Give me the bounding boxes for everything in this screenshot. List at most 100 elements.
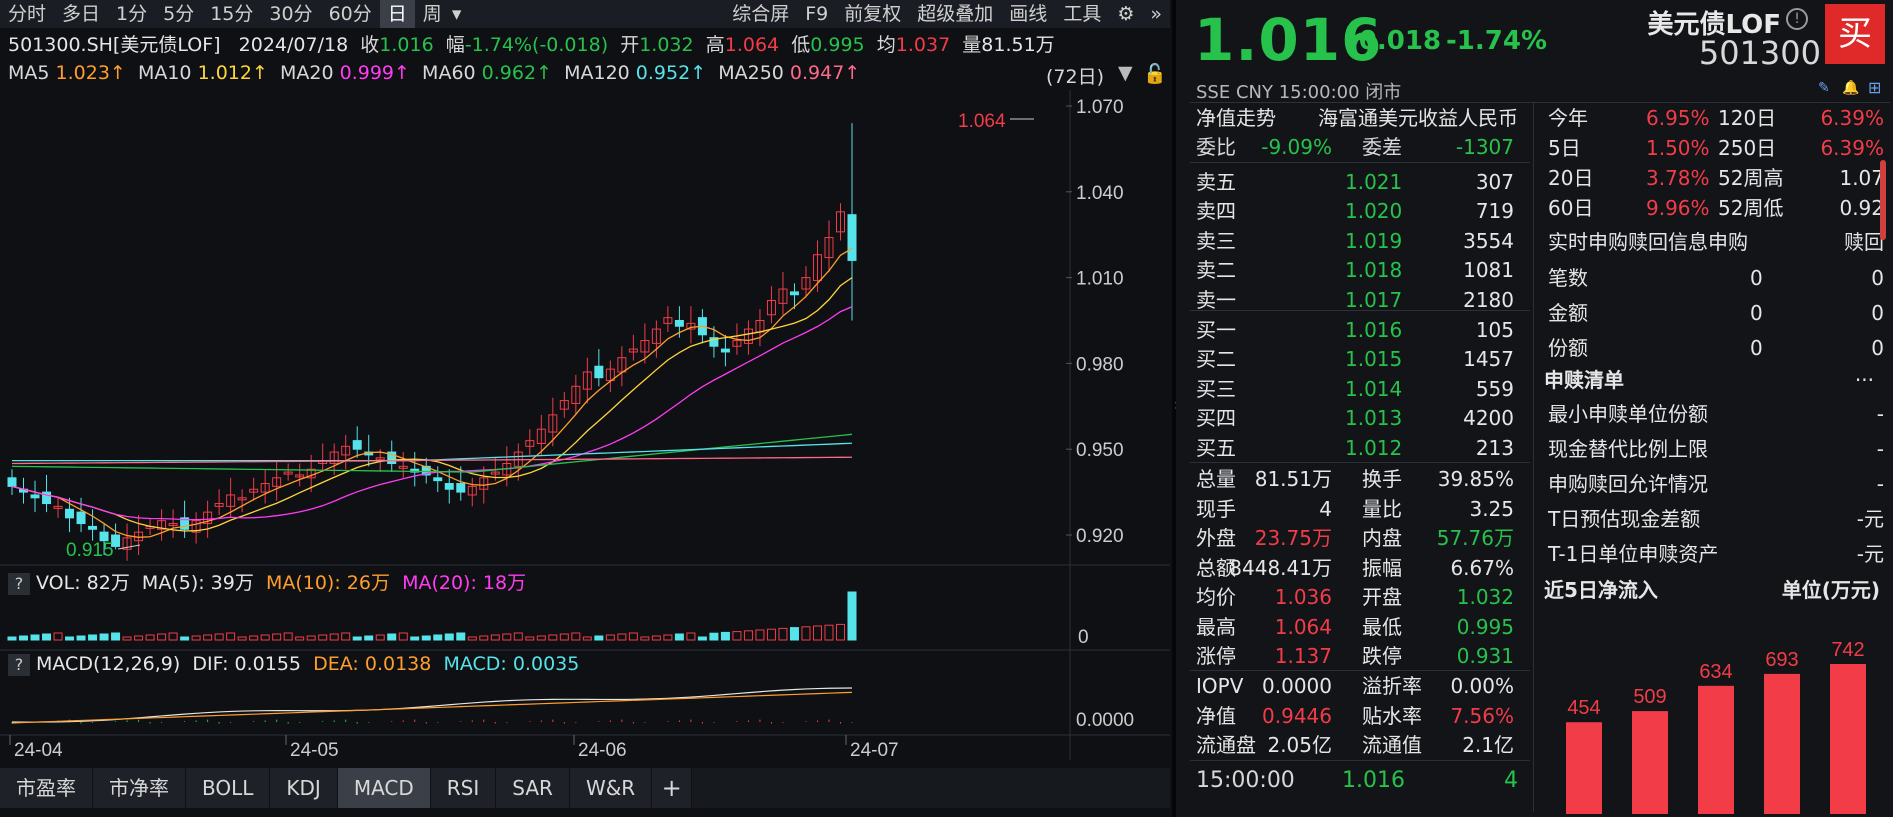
macd-help-button[interactable]: ? — [8, 654, 30, 676]
tab-boll[interactable]: BOLL — [186, 768, 271, 808]
alert-icon[interactable]: 🔔 — [1842, 80, 1859, 96]
buy-level-row[interactable]: 买四 1.013 4200 — [1190, 404, 1528, 433]
buy-level-row[interactable]: 买一 1.016 105 — [1190, 316, 1528, 345]
candle-body — [847, 214, 857, 261]
book-volume: 307 — [1475, 170, 1514, 194]
stat-value: 2.1亿 — [1462, 733, 1514, 757]
perf-value: 9.96% — [1646, 196, 1710, 220]
volume-bar — [525, 636, 535, 641]
stat-value: 8448.41万 — [1229, 555, 1332, 580]
volume-bar — [295, 636, 305, 641]
tab-macd[interactable]: MACD — [337, 768, 431, 808]
sell-level-row[interactable]: 卖四 1.020 719 — [1190, 197, 1528, 226]
volume-bar — [30, 634, 40, 641]
add-watch-icon[interactable]: ⊞ — [1868, 78, 1881, 97]
stat-label: 量比 — [1362, 496, 1402, 521]
price-axis-label: 0.980 — [1076, 354, 1124, 375]
stat-label: 最低 — [1362, 614, 1402, 639]
netflow-bar-chart: 454 509 634 693 742 — [1566, 639, 1866, 814]
book-label: 买三 — [1196, 376, 1236, 401]
volume-bar — [410, 636, 420, 641]
volume-bar — [617, 633, 627, 641]
stat-row: 均价 1.036 开盘 1.032 — [1190, 583, 1528, 612]
sell-level-row[interactable]: 卖三 1.019 3554 — [1190, 227, 1528, 256]
stat-value: 3.25 — [1469, 496, 1514, 521]
volume-bar — [42, 633, 52, 641]
ma5-line — [11, 247, 853, 538]
redeem-list-row: 现金替代比例上限 - — [1540, 435, 1890, 464]
perf-label: 52周高 — [1718, 166, 1784, 190]
stat-row: 涨停 1.137 跌停 0.931 — [1190, 642, 1528, 671]
volume-bar — [640, 636, 650, 641]
redeem-value: - — [1876, 472, 1884, 496]
divider-line — [1190, 310, 1530, 311]
perf-row: 60日 9.96% 52周低 0.92 — [1540, 194, 1890, 223]
stat-value: 2.05亿 — [1267, 733, 1332, 757]
tab-kdj[interactable]: KDJ — [270, 768, 338, 808]
subscribe-redeem-value: 0 — [1871, 266, 1884, 290]
volume-bar — [329, 633, 339, 641]
book-label: 买二 — [1196, 347, 1236, 372]
netflow-bar-label: 742 — [1831, 639, 1864, 661]
stat-row: 流通盘 2.05亿 流通值 2.1亿 — [1190, 731, 1528, 760]
buy-button[interactable]: 买 — [1825, 4, 1885, 64]
volume-bar — [65, 636, 75, 641]
nav-fund-name: 海富通美元收益人民币 — [1318, 106, 1518, 130]
sell-level-row[interactable]: 卖五 1.021 307 — [1190, 168, 1528, 197]
tab-wr[interactable]: W&R — [569, 768, 653, 808]
volume-bar — [812, 625, 822, 641]
buy-level-row[interactable]: 买五 1.012 213 — [1190, 434, 1528, 463]
macd-legend: ? MACD(12,26,9) DIF: 0.0155 DEA: 0.0138 M… — [8, 653, 579, 679]
redeem-label: 最小申赎单位份额 — [1548, 402, 1708, 426]
book-label: 卖三 — [1196, 228, 1236, 253]
macd-dif-line — [11, 687, 853, 723]
subscribe-header: 实时申购赎回信息申购 赎回 — [1540, 228, 1890, 257]
edit-icon[interactable]: ✎ — [1818, 80, 1830, 96]
volume-bar — [536, 635, 546, 641]
stat-value: 7.56% — [1450, 703, 1514, 728]
macd-dif: DIF: 0.0155 — [192, 653, 302, 675]
macd-axis-label: 0.0000 — [1076, 710, 1134, 731]
stat-label: 均价 — [1196, 585, 1236, 609]
nav-trend-link[interactable]: 净值走势 — [1196, 104, 1276, 133]
tab-rsi[interactable]: RSI — [430, 768, 497, 808]
stat-value: 0.9446 — [1262, 703, 1332, 728]
volume-bar — [157, 633, 167, 641]
book-label: 卖五 — [1196, 170, 1236, 194]
nav-row[interactable]: 净值走势 海富通美元收益人民币 — [1190, 104, 1528, 133]
sell-level-row[interactable]: 卖二 1.018 1081 — [1190, 256, 1528, 285]
buy-level-row[interactable]: 买三 1.014 559 — [1190, 375, 1528, 404]
candle-body — [456, 483, 466, 493]
buy-level-row[interactable]: 买二 1.015 1457 — [1190, 345, 1528, 374]
volume-bar — [99, 633, 109, 641]
volume-bar — [341, 632, 351, 641]
redeem-value: -元 — [1856, 542, 1884, 566]
indicator-tabs: 市盈率 市净率 BOLL KDJ MACD RSI SAR W&R + — [0, 768, 1170, 808]
book-volume: 719 — [1475, 199, 1514, 224]
vol-ma5: MA(5): 39万 — [141, 572, 254, 594]
volume-bar — [559, 633, 569, 641]
vol-help-button[interactable]: ? — [8, 573, 30, 595]
volume-bar — [88, 634, 98, 641]
stat-label: 净值 — [1196, 703, 1236, 728]
more-button[interactable]: ··· — [1855, 366, 1874, 395]
candle-body — [88, 525, 98, 530]
info-icon[interactable]: ! — [1786, 8, 1808, 30]
weicha-label: 委差 — [1362, 135, 1402, 159]
tab-pb[interactable]: 市净率 — [93, 768, 186, 808]
netflow-bar — [1830, 664, 1866, 814]
redeem-list-title: 申赎清单 — [1544, 368, 1624, 392]
add-indicator-button[interactable]: + — [652, 768, 693, 808]
book-price: 1.020 — [1345, 199, 1403, 224]
scrollbar-thumb[interactable] — [1880, 160, 1886, 240]
subscribe-label: 笔数 — [1548, 266, 1588, 290]
stat-label: 换手 — [1362, 467, 1402, 491]
stat-row: 总额 8448.41万 振幅 6.67% — [1190, 554, 1528, 583]
volume-bar — [709, 632, 719, 641]
book-label: 买五 — [1196, 435, 1236, 460]
vol-ma10: MA(10): 26万 — [265, 572, 390, 594]
tab-pe[interactable]: 市盈率 — [0, 768, 93, 808]
tick-price: 1.016 — [1342, 768, 1405, 793]
stat-label: 溢折率 — [1362, 674, 1422, 698]
tab-sar[interactable]: SAR — [496, 768, 570, 808]
